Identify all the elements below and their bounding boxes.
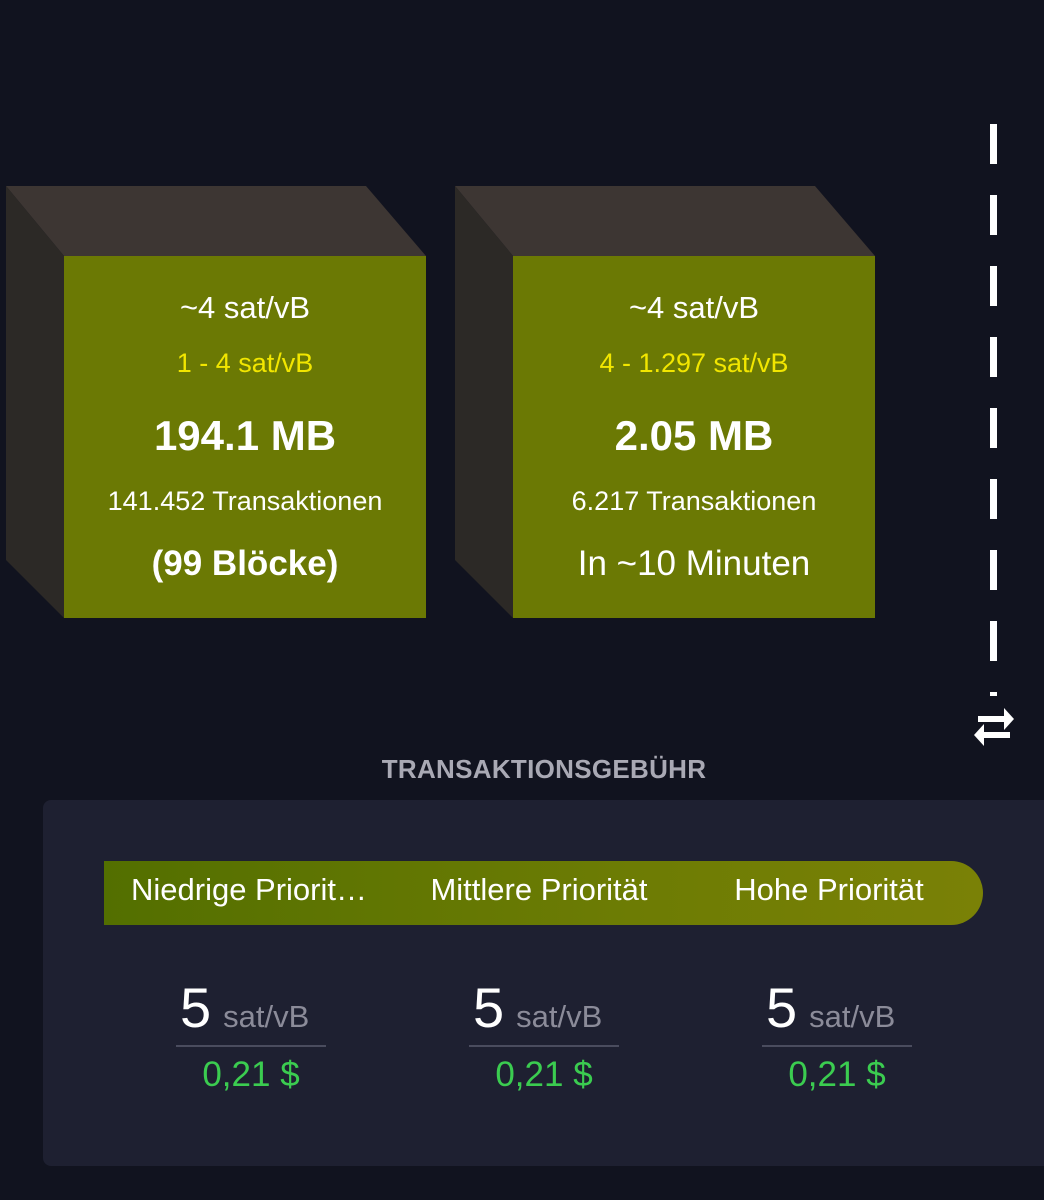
fee-divider xyxy=(469,1045,619,1047)
fee-rate-unit: sat/vB xyxy=(809,999,896,1034)
fee-rate-unit: sat/vB xyxy=(516,999,603,1034)
fee-rate-unit: sat/vB xyxy=(223,999,310,1034)
fee-divider xyxy=(762,1045,912,1047)
block-side-face xyxy=(6,186,64,618)
fee-rate-value: 5 xyxy=(766,976,798,1039)
fee-divider xyxy=(176,1045,326,1047)
fee-rate-value: 5 xyxy=(473,976,505,1039)
block-tx-count: 141.452 Transaktionen xyxy=(107,486,383,516)
priority-label-high: Hohe Priorität xyxy=(734,872,924,907)
block-eta: (99 Blöcke) xyxy=(151,544,339,583)
block-side-face xyxy=(455,186,513,618)
priority-label-low: Niedrige Priorit… xyxy=(130,872,367,907)
block-front-face: ~4 sat/vB 4 - 1.297 sat/vB 2.05 MB 6.217… xyxy=(513,256,875,618)
block-size: 2.05 MB xyxy=(614,412,774,459)
block-median-fee: ~4 sat/vB xyxy=(628,290,760,325)
fee-fiat-value: 0,21 $ xyxy=(202,1055,300,1094)
block-median-fee: ~4 sat/vB xyxy=(179,290,311,325)
block-front-face: ~4 sat/vB 1 - 4 sat/vB 194.1 MB 141.452 … xyxy=(64,256,426,618)
block-fee-range: 1 - 4 sat/vB xyxy=(176,348,314,378)
block-eta: In ~10 Minuten xyxy=(577,544,811,583)
fee-fiat-value: 0,21 $ xyxy=(495,1055,593,1094)
swap-arrows-icon[interactable] xyxy=(974,706,1014,748)
block-size: 194.1 MB xyxy=(153,412,337,459)
priority-label-medium: Mittlere Priorität xyxy=(430,872,648,907)
fees-section-title: TRANSAKTIONSGEBÜHR xyxy=(381,754,707,784)
mempool-page: ~4 sat/vB 1 - 4 sat/vB 194.1 MB 141.452 … xyxy=(0,0,1044,1200)
fee-rate-value: 5 xyxy=(180,976,212,1039)
mempool-block-1[interactable]: ~4 sat/vB 1 - 4 sat/vB 194.1 MB 141.452 … xyxy=(6,186,426,618)
mempool-blockchain-divider xyxy=(990,124,997,696)
fee-fiat-value: 0,21 $ xyxy=(788,1055,886,1094)
block-top-face xyxy=(455,186,875,256)
fee-high-priority: 5 sat/vB 0,21 $ xyxy=(762,975,912,1095)
mempool-block-2[interactable]: ~4 sat/vB 4 - 1.297 sat/vB 2.05 MB 6.217… xyxy=(455,186,875,618)
fee-medium-priority: 5 sat/vB 0,21 $ xyxy=(469,975,619,1095)
fee-low-priority: 5 sat/vB 0,21 $ xyxy=(176,975,326,1095)
block-tx-count: 6.217 Transaktionen xyxy=(571,486,817,516)
block-top-face xyxy=(6,186,426,256)
block-fee-range: 4 - 1.297 sat/vB xyxy=(599,348,789,378)
